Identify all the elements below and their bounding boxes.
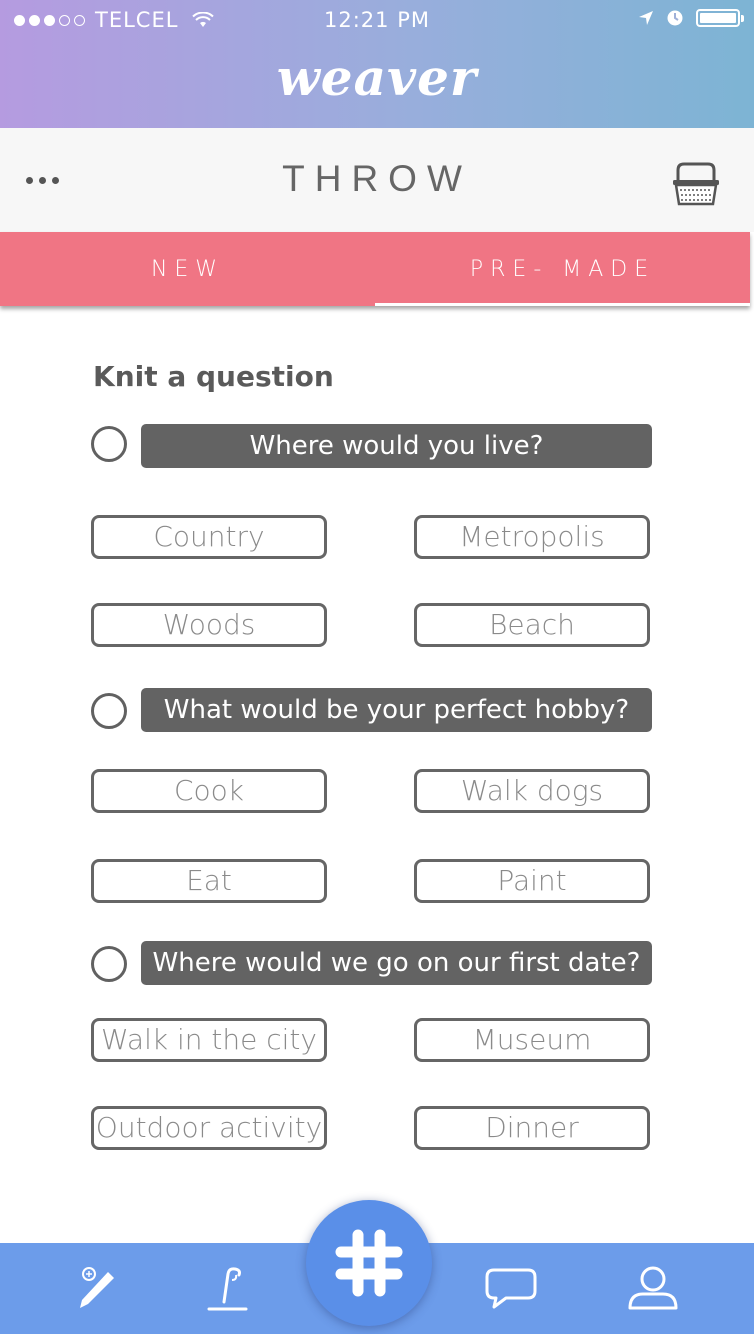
basket-icon[interactable]: [670, 160, 722, 208]
title-bar: THROW: [0, 128, 754, 232]
status-right: [638, 9, 744, 27]
option-dinner[interactable]: Dinner: [414, 1106, 650, 1150]
hashtag-icon: [335, 1229, 403, 1297]
option-walk-dogs[interactable]: Walk dogs: [414, 769, 650, 813]
page-title: THROW: [282, 158, 472, 199]
question-3-bar[interactable]: Where would we go on our first date?: [141, 941, 652, 985]
pencil-icon[interactable]: [74, 1264, 116, 1312]
tab-new[interactable]: NEW: [0, 232, 375, 306]
question-1-bar[interactable]: Where would you live?: [141, 424, 652, 468]
option-woods[interactable]: Woods: [91, 603, 327, 647]
tab-pre-made[interactable]: PRE- MADE: [375, 232, 750, 306]
battery-icon: [696, 9, 744, 27]
app-logo: weaver: [276, 48, 478, 107]
alarm-icon: [667, 10, 683, 26]
option-paint[interactable]: Paint: [414, 859, 650, 903]
question-1-radio[interactable]: [91, 426, 127, 462]
option-cook[interactable]: Cook: [91, 769, 327, 813]
question-2-radio[interactable]: [91, 693, 127, 729]
tab-bar: NEW PRE- MADE: [0, 232, 750, 306]
profile-icon[interactable]: [626, 1264, 680, 1312]
option-museum[interactable]: Museum: [414, 1018, 650, 1062]
option-country[interactable]: Country: [91, 515, 327, 559]
question-3-radio[interactable]: [91, 946, 127, 982]
app-header: TELCEL 12:21 PM weaver: [0, 0, 754, 128]
option-walk-in-the-city[interactable]: Walk in the city: [91, 1018, 327, 1062]
crochet-hook-icon[interactable]: [206, 1264, 250, 1312]
location-arrow-icon: [639, 11, 653, 25]
section-title: Knit a question: [93, 360, 334, 393]
question-2-bar[interactable]: What would be your perfect hobby?: [141, 688, 652, 732]
throw-fab-button[interactable]: [306, 1200, 432, 1326]
option-outdoor-activity[interactable]: Outdoor activity: [91, 1106, 327, 1150]
option-beach[interactable]: Beach: [414, 603, 650, 647]
option-metropolis[interactable]: Metropolis: [414, 515, 650, 559]
status-bar: TELCEL 12:21 PM: [0, 0, 754, 40]
chat-bubble-icon[interactable]: [484, 1264, 538, 1312]
option-eat[interactable]: Eat: [91, 859, 327, 903]
